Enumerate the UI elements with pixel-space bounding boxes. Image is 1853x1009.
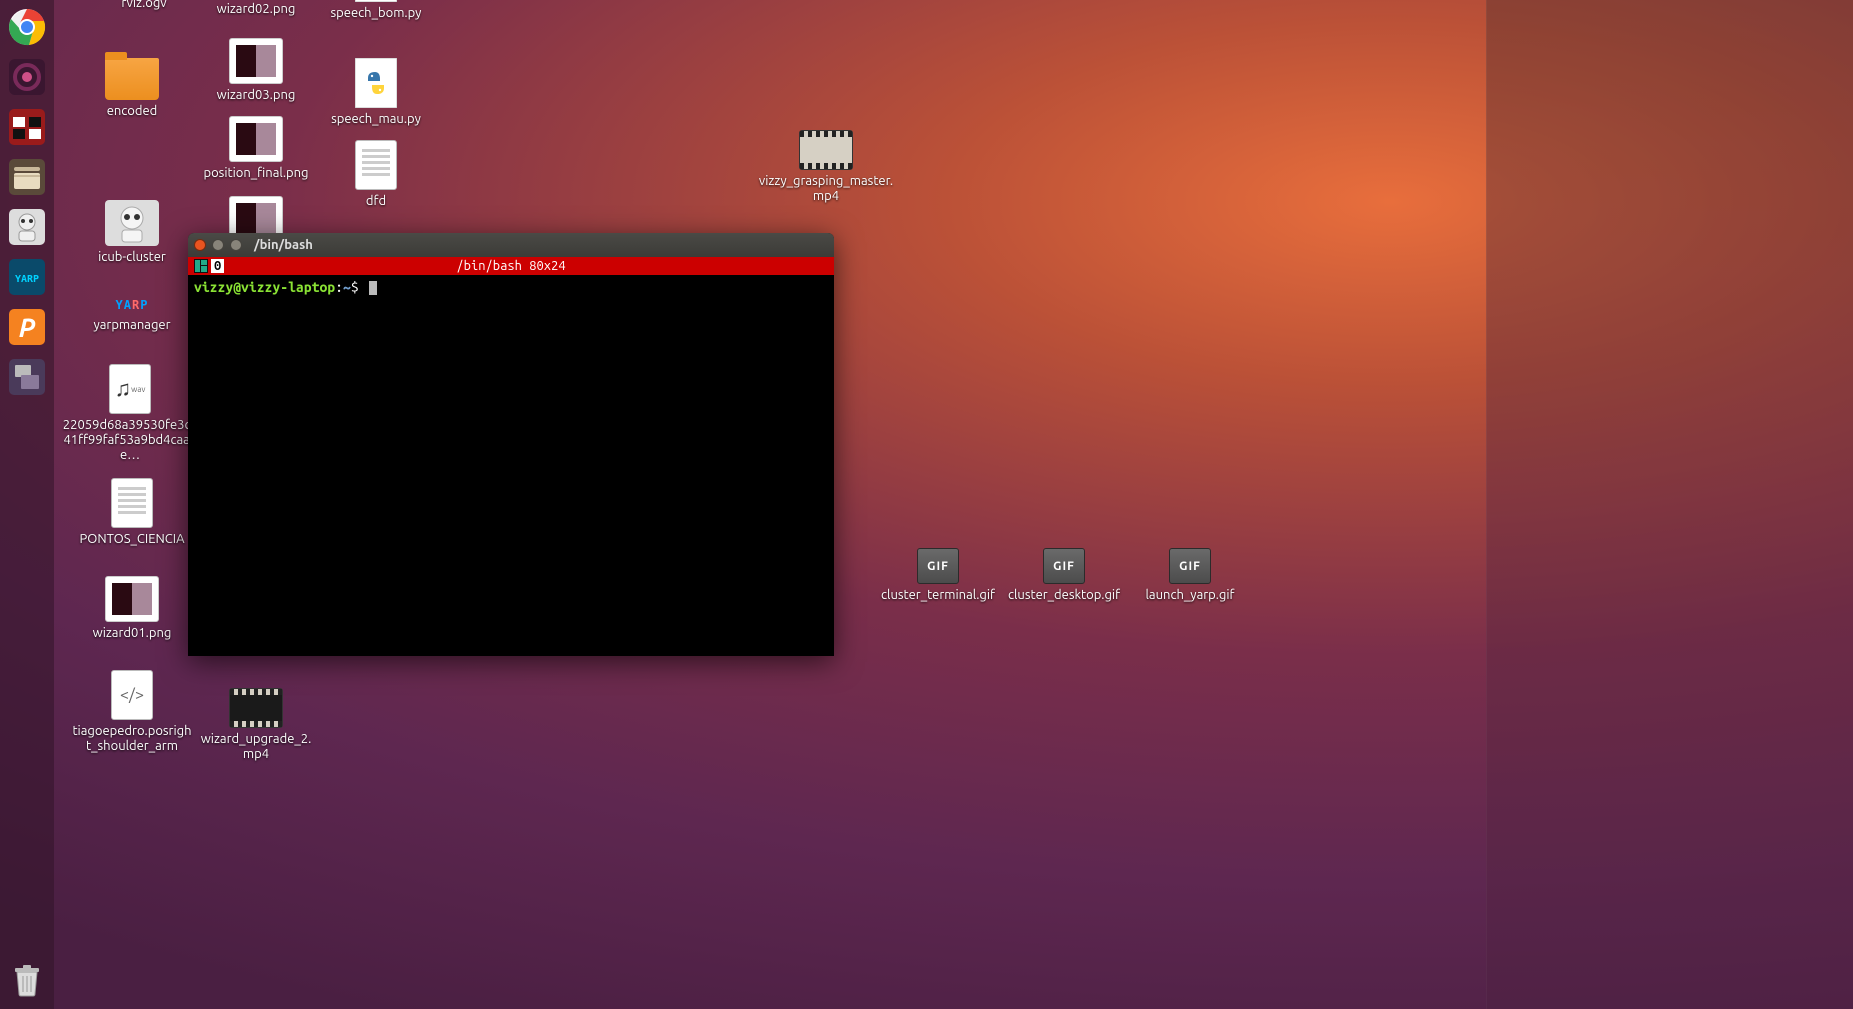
chrome-icon[interactable] [4,4,50,50]
icon-label: speech_mau.py [316,112,436,127]
icon-label: encoded [72,104,192,119]
unity-launcher: YARP P [0,0,54,1009]
prompt-user: vizzy@vizzy-laptop [194,279,335,295]
icon-label: wizard_upgrade_2.mp4 [196,732,316,762]
icon-label: position_final.png [196,166,316,181]
cursor-icon [369,281,377,295]
icon-label: wizard02.png [196,2,316,17]
svg-text:YARP: YARP [15,274,39,285]
icon-label: cluster_desktop.gif [1004,588,1124,603]
file-cluster-desktop[interactable]: GIFcluster_desktop.gif [1004,548,1124,603]
icon-label: dfd [316,194,436,209]
terminal-titlebar[interactable]: /bin/bash [188,233,834,257]
file-cluster-terminal[interactable]: GIFcluster_terminal.gif [878,548,998,603]
robot-icon[interactable] [4,204,50,250]
file-position-final[interactable]: position_final.png [196,116,316,181]
yarp-icon[interactable]: YARP [4,254,50,300]
terminal-window[interactable]: /bin/bash 0 /bin/bash 80x24 vizzy@vizzy-… [188,233,834,656]
icon-label: cluster_terminal.gif [878,588,998,603]
file-speech-bom[interactable]: speech_bom.py [316,0,436,21]
prompt-end: $ [351,279,359,295]
icon-label: speech_bom.py [316,6,436,21]
terminal-title: /bin/bash [254,238,313,252]
icon-label: PONTOS_CIENCIA [72,532,192,547]
terminal-statusbar: 0 /bin/bash 80x24 [188,257,834,275]
trash-icon[interactable] [4,957,50,1003]
icon-label: wizard03.png [196,88,316,103]
window-icon[interactable] [4,354,50,400]
file-wizard02[interactable]: wizard02.png [196,0,316,17]
file-dfd[interactable]: dfd [316,140,436,209]
app-icub-cluster[interactable]: icub-cluster [72,200,192,265]
file-wizard-upgrade-2[interactable]: wizard_upgrade_2.mp4 [196,688,316,762]
prompt-path: ~ [343,279,351,295]
file-vizzy-grasping[interactable]: vizzy_grasping_master.mp4 [756,130,896,204]
terminal-body[interactable]: vizzy@vizzy-laptop:~$ [188,275,834,656]
file-launch-yarp[interactable]: GIFlaunch_yarp.gif [1130,548,1250,603]
icon-label: icub-cluster [72,250,192,265]
minimize-icon[interactable] [212,239,224,251]
media-icon[interactable] [4,104,50,150]
file-wav[interactable]: ♫wav22059d68a39530fe3ca41ff99faf53a9bd4c… [60,364,200,463]
icon-label: yarpmanager [72,318,192,333]
icon-label: rviz.ogv [84,0,204,11]
tmux-icon [194,259,208,273]
close-icon[interactable] [194,239,206,251]
prompt-sep: : [335,279,343,295]
folder-encoded[interactable]: encoded [72,58,192,119]
maximize-icon[interactable] [230,239,242,251]
file-tiagoepedro[interactable]: </>tiagoepedro.posright_shoulder_arm [72,670,192,754]
icon-label: tiagoepedro.posright_shoulder_arm [72,724,192,754]
file-pontos-ciencia[interactable]: PONTOS_CIENCIA [72,478,192,547]
svg-text:P: P [19,313,36,342]
app-circle-icon[interactable] [4,54,50,100]
icon-label: 22059d68a39530fe3ca41ff99faf53a9bd4caaae… [60,418,200,463]
file-wizard03[interactable]: wizard03.png [196,38,316,103]
file-speech-mau[interactable]: speech_mau.py [316,58,436,127]
icon-label: launch_yarp.gif [1130,588,1250,603]
file-wizard01[interactable]: wizard01.png [72,576,192,641]
p-app-icon[interactable]: P [4,304,50,350]
files-icon[interactable] [4,154,50,200]
tmux-session-index: 0 [211,259,224,273]
icon-label: vizzy_grasping_master.mp4 [756,174,896,204]
icon-label: wizard01.png [72,626,192,641]
file-rviz-ogv[interactable]: rviz.ogv [84,0,204,11]
app-yarpmanager[interactable]: YARPyarpmanager [72,296,192,333]
right-panel [1486,0,1853,1009]
terminal-status-center: /bin/bash 80x24 [456,259,565,273]
